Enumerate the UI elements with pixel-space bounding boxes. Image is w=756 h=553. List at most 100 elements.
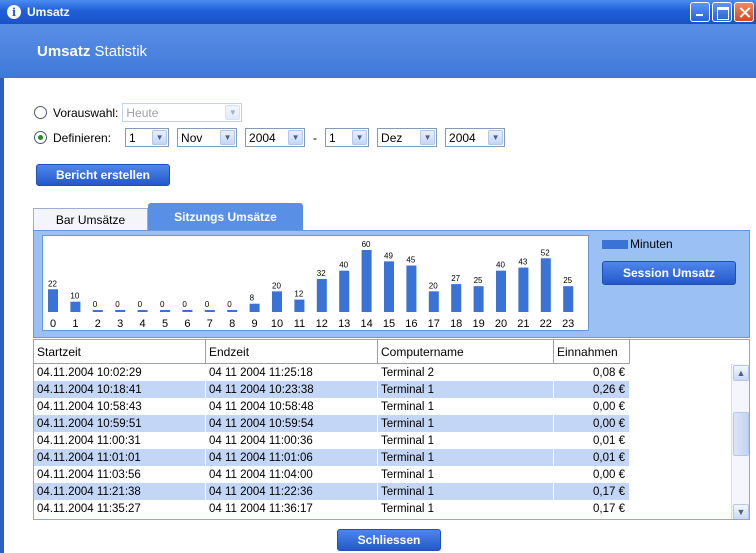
tab-bar-revenue[interactable]: Bar Umsätze xyxy=(33,208,148,230)
x-tick-label: 0 xyxy=(50,318,56,330)
minimize-icon[interactable] xyxy=(690,2,710,22)
bar-hour-10 xyxy=(272,291,282,312)
table-scrollbar[interactable]: ▲ ▼ xyxy=(731,364,749,519)
chevron-down-icon: ▼ xyxy=(420,130,436,145)
cell-revenue: 0,01 € xyxy=(554,449,630,466)
bar-hour-6 xyxy=(182,310,193,312)
table-row[interactable]: 04.11.2004 11:00:31 04 11 2004 11:00:36 Te… xyxy=(34,432,630,449)
cell-end: 04 11 2004 11:22:36 xyxy=(206,483,378,500)
column-header-start[interactable]: Startzeit xyxy=(34,340,206,364)
bar-hour-1 xyxy=(70,301,81,312)
cell-revenue: 0,00 € xyxy=(554,466,630,483)
x-tick-label: 8 xyxy=(229,318,235,330)
maximize-icon[interactable] xyxy=(712,2,732,22)
bar-value-label: 49 xyxy=(384,251,393,260)
x-tick-label: 20 xyxy=(495,318,507,330)
bar-value-label: 10 xyxy=(70,292,79,301)
x-tick-label: 22 xyxy=(540,318,552,330)
cell-start: 04.11.2004 11:03:56 xyxy=(34,466,206,483)
cell-revenue: 0,17 € xyxy=(554,500,630,517)
define-radio[interactable] xyxy=(34,131,47,144)
cell-computer: Terminal 1 xyxy=(378,500,554,517)
column-header-revenue[interactable]: Einnahmen xyxy=(554,340,630,364)
table-body: 04.11.2004 10:02:29 04 11 2004 11:25:18 Te… xyxy=(34,364,630,517)
cell-start: 04.11.2004 10:02:29 xyxy=(34,364,206,381)
bar-hour-18 xyxy=(451,284,462,312)
bar-value-label: 0 xyxy=(205,300,210,309)
from-year-select[interactable]: 2004 ▼ xyxy=(245,128,306,147)
create-report-button[interactable]: Bericht erstellen xyxy=(36,164,170,186)
to-month-select[interactable]: Dez ▼ xyxy=(377,128,438,147)
bar-value-label: 0 xyxy=(160,300,165,309)
from-day-select[interactable]: 1 ▼ xyxy=(125,128,170,147)
bar-hour-22 xyxy=(540,258,551,312)
preset-select[interactable]: Heute ▼ xyxy=(122,103,243,122)
scroll-up-icon[interactable]: ▲ xyxy=(733,365,749,381)
cell-end: 04 11 2004 11:25:18 xyxy=(206,364,378,381)
cell-revenue: 0,08 € xyxy=(554,364,630,381)
x-tick-label: 19 xyxy=(472,318,484,330)
x-tick-label: 4 xyxy=(140,318,146,330)
table-row[interactable]: 04.11.2004 10:02:29 04 11 2004 11:25:18 Te… xyxy=(34,364,630,381)
close-icon[interactable] xyxy=(734,2,754,22)
define-row: Definieren: 1 ▼ Nov ▼ 2004 ▼ - 1 ▼ Dez ▼… xyxy=(34,128,513,147)
cell-computer: Terminal 1 xyxy=(378,483,554,500)
from-month-select[interactable]: Nov ▼ xyxy=(177,128,238,147)
table-row[interactable]: 04.11.2004 10:18:41 04 11 2004 10:23:38 Te… xyxy=(34,381,630,398)
bar-hour-3 xyxy=(115,310,126,312)
table-row[interactable]: 04.11.2004 10:58:43 04 11 2004 10:58:48 Te… xyxy=(34,398,630,415)
bar-hour-21 xyxy=(518,267,529,312)
bar-value-label: 20 xyxy=(272,281,281,290)
bar-hour-16 xyxy=(406,265,417,312)
cell-computer: Terminal 1 xyxy=(378,466,554,483)
table-row[interactable]: 04.11.2004 10:59:51 04 11 2004 10:59:54 Te… xyxy=(34,415,630,432)
preset-radio[interactable] xyxy=(34,106,47,119)
cell-computer: Terminal 1 xyxy=(378,449,554,466)
x-tick-label: 6 xyxy=(184,318,190,330)
column-header-end[interactable]: Endzeit xyxy=(206,340,378,364)
x-tick-label: 7 xyxy=(207,318,213,330)
table-row[interactable]: 04.11.2004 11:21:38 04 11 2004 11:22:36 Te… xyxy=(34,483,630,500)
x-tick-label: 23 xyxy=(562,318,574,330)
chevron-down-icon: ▼ xyxy=(288,130,304,145)
x-tick-label: 1 xyxy=(72,318,78,330)
scroll-thumb[interactable] xyxy=(733,412,749,456)
title-bar[interactable]: i Umsatz xyxy=(0,0,756,24)
tab-session-revenue[interactable]: Sitzungs Umsätze xyxy=(148,203,303,231)
preset-label: Vorauswahl: xyxy=(53,105,119,120)
session-revenue-button[interactable]: Session Umsatz xyxy=(602,261,736,285)
x-tick-label: 12 xyxy=(316,318,328,330)
x-tick-label: 18 xyxy=(450,318,462,330)
bar-hour-17 xyxy=(428,291,439,312)
scroll-down-icon[interactable]: ▼ xyxy=(733,504,749,519)
chart-panel: 22 0 10 1 0 2 0 3 0 4 0 5 0 6 0 7 0 8 8 9 20 10 12 11 32 12 40 13 60… xyxy=(33,230,750,338)
cell-computer: Terminal 1 xyxy=(378,381,554,398)
cell-computer: Terminal 1 xyxy=(378,432,554,449)
page-title-rest: Statistik xyxy=(90,42,148,60)
chevron-down-icon: ▼ xyxy=(152,130,168,145)
bar-hour-23 xyxy=(563,286,574,312)
column-header-computer[interactable]: Computername xyxy=(378,340,554,364)
bar-value-label: 40 xyxy=(339,261,348,270)
cell-revenue: 0,26 € xyxy=(554,381,630,398)
date-range-separator: - xyxy=(313,130,318,145)
bar-value-label: 0 xyxy=(138,300,143,309)
table-row[interactable]: 04.11.2004 11:01:01 04 11 2004 11:01:06 Te… xyxy=(34,449,630,466)
to-year-select[interactable]: 2004 ▼ xyxy=(445,128,506,147)
to-day-select[interactable]: 1 ▼ xyxy=(325,128,370,147)
cell-start: 04.11.2004 10:58:43 xyxy=(34,398,206,415)
close-button[interactable]: Schliessen xyxy=(337,529,441,551)
window-controls xyxy=(690,2,754,22)
bar-value-label: 40 xyxy=(496,261,505,270)
bar-hour-11 xyxy=(294,299,305,312)
cell-end: 04 11 2004 11:04:00 xyxy=(206,466,378,483)
bar-value-label: 8 xyxy=(250,294,255,303)
table-row[interactable]: 04.11.2004 11:03:56 04 11 2004 11:04:00 Te… xyxy=(34,466,630,483)
table-row[interactable]: 04.11.2004 11:35:27 04 11 2004 11:36:17 Te… xyxy=(34,500,630,517)
cell-start: 04.11.2004 10:18:41 xyxy=(34,381,206,398)
legend-label: Minuten xyxy=(630,237,673,251)
bar-value-label: 43 xyxy=(518,258,527,267)
bar-value-label: 52 xyxy=(541,248,550,257)
cell-computer: Terminal 1 xyxy=(378,415,554,432)
bar-value-label: 12 xyxy=(294,290,303,299)
